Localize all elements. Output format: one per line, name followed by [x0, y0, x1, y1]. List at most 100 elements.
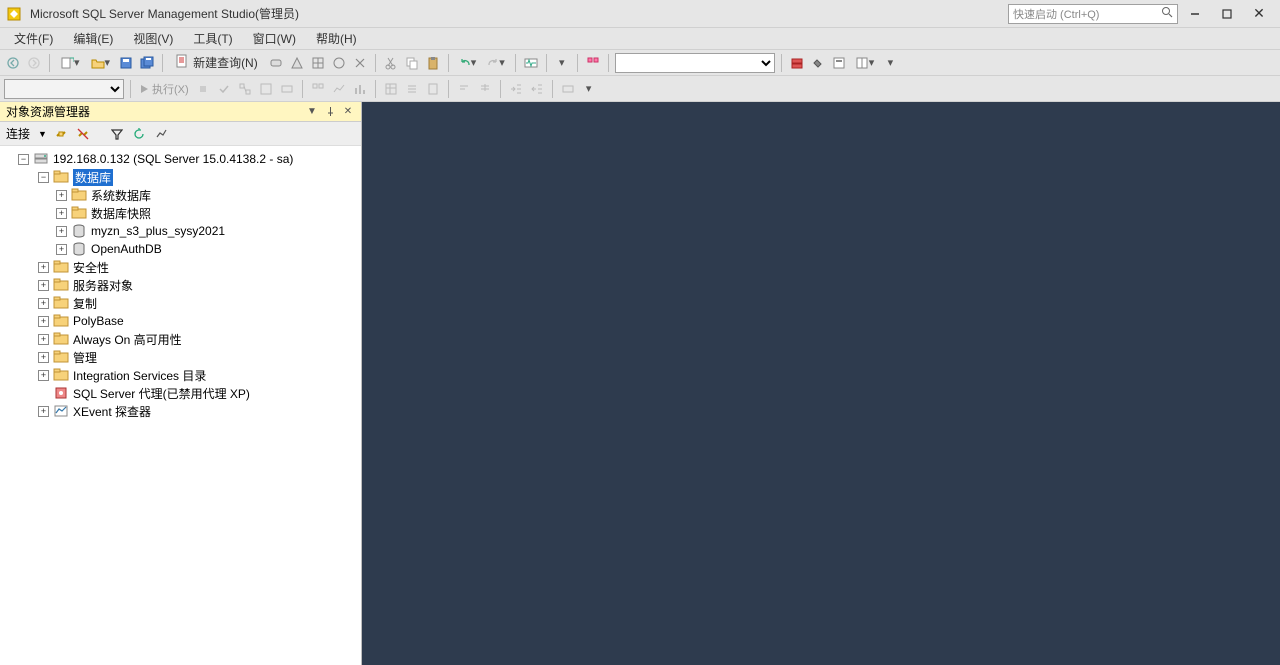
- tree-db2-node[interactable]: + OpenAuthDB: [0, 240, 361, 258]
- connect-button[interactable]: [53, 126, 69, 142]
- copy-button[interactable]: [403, 53, 421, 73]
- find-button[interactable]: ▾: [553, 53, 571, 73]
- new-query-button[interactable]: 新建查询(N): [169, 54, 264, 71]
- maximize-button[interactable]: [1212, 3, 1242, 25]
- connect-dropdown-icon[interactable]: ▼: [38, 129, 47, 139]
- sql-toolbar-options-button[interactable]: ▾: [580, 79, 598, 99]
- tree-server-node[interactable]: − 192.168.0.132 (SQL Server 15.0.4138.2 …: [0, 150, 361, 168]
- execute-button[interactable]: 执行(X): [137, 79, 191, 99]
- live-stats-button[interactable]: [330, 79, 348, 99]
- sql-toolbar: 执行(X) ▾: [0, 76, 1280, 102]
- expand-icon[interactable]: +: [38, 334, 49, 345]
- expand-icon[interactable]: +: [38, 370, 49, 381]
- expand-icon[interactable]: +: [56, 208, 67, 219]
- close-button[interactable]: ✕: [1244, 3, 1274, 25]
- database-combo[interactable]: [615, 53, 775, 73]
- refresh-button[interactable]: [131, 126, 147, 142]
- tree-management-node[interactable]: + 管理: [0, 348, 361, 366]
- nav-forward-button[interactable]: [25, 53, 43, 73]
- uncomment-button[interactable]: [476, 79, 494, 99]
- intellisense-button[interactable]: [278, 79, 296, 99]
- include-plan-button[interactable]: [309, 79, 327, 99]
- dmx-query-button[interactable]: [330, 53, 348, 73]
- filter-button[interactable]: [109, 126, 125, 142]
- quick-launch-input[interactable]: 快速启动 (Ctrl+Q): [1008, 4, 1178, 24]
- results-text-button[interactable]: [403, 79, 421, 99]
- indent-button[interactable]: [507, 79, 525, 99]
- panel-pin-button[interactable]: [323, 105, 337, 119]
- tree-snapshots-node[interactable]: + 数据库快照: [0, 204, 361, 222]
- expand-icon[interactable]: +: [38, 406, 49, 417]
- tree-replication-node[interactable]: + 复制: [0, 294, 361, 312]
- save-all-button[interactable]: [138, 53, 156, 73]
- expand-icon[interactable]: +: [56, 190, 67, 201]
- undo-button[interactable]: ▾: [455, 53, 481, 73]
- parse-button[interactable]: [215, 79, 233, 99]
- toolbar-options-button[interactable]: ▾: [881, 53, 899, 73]
- nav-back-button[interactable]: [4, 53, 22, 73]
- properties-button[interactable]: [809, 53, 827, 73]
- paste-button[interactable]: [424, 53, 442, 73]
- tree-xevent-node[interactable]: + XEvent 探查器: [0, 402, 361, 420]
- window-layout-button[interactable]: ▾: [851, 53, 879, 73]
- estimated-plan-button[interactable]: [236, 79, 254, 99]
- tree-databases-label: 数据库: [73, 169, 113, 186]
- expand-icon[interactable]: +: [38, 280, 49, 291]
- tree-security-node[interactable]: + 安全性: [0, 258, 361, 276]
- mdx-query-button[interactable]: [309, 53, 327, 73]
- menu-bar: 文件(F) 编辑(E) 视图(V) 工具(T) 窗口(W) 帮助(H): [0, 28, 1280, 50]
- object-explorer-tree[interactable]: − 192.168.0.132 (SQL Server 15.0.4138.2 …: [0, 146, 361, 665]
- tree-system-databases-node[interactable]: + 系统数据库: [0, 186, 361, 204]
- collapse-icon[interactable]: −: [38, 172, 49, 183]
- engine-query-button[interactable]: [267, 53, 285, 73]
- client-stats-button[interactable]: [351, 79, 369, 99]
- redo-button[interactable]: ▾: [483, 53, 509, 73]
- cut-button[interactable]: [382, 53, 400, 73]
- menu-window[interactable]: 窗口(W): [243, 28, 306, 49]
- template-button[interactable]: [830, 53, 848, 73]
- expand-icon[interactable]: +: [38, 316, 49, 327]
- query-options-button[interactable]: [257, 79, 275, 99]
- collapse-icon[interactable]: −: [18, 154, 29, 165]
- expand-icon[interactable]: +: [38, 298, 49, 309]
- registered-servers-button[interactable]: [788, 53, 806, 73]
- menu-view[interactable]: 视图(V): [123, 28, 183, 49]
- solution-button[interactable]: [584, 53, 602, 73]
- panel-dropdown-button[interactable]: ▼: [305, 105, 319, 119]
- results-grid-button[interactable]: [382, 79, 400, 99]
- minimize-button[interactable]: [1180, 3, 1210, 25]
- results-file-button[interactable]: [424, 79, 442, 99]
- expand-icon[interactable]: +: [38, 352, 49, 363]
- tree-databases-node[interactable]: − 数据库: [0, 168, 361, 186]
- open-file-button[interactable]: ▾: [87, 53, 115, 73]
- stats-icon[interactable]: [153, 126, 169, 142]
- tree-db1-node[interactable]: + myzn_s3_plus_sysy2021: [0, 222, 361, 240]
- new-project-button[interactable]: ▾: [56, 53, 84, 73]
- available-db-combo[interactable]: [4, 79, 124, 99]
- tree-integration-node[interactable]: + Integration Services 目录: [0, 366, 361, 384]
- menu-help[interactable]: 帮助(H): [306, 28, 367, 49]
- folder-icon: [53, 277, 69, 293]
- menu-file[interactable]: 文件(F): [4, 28, 63, 49]
- tree-agent-node[interactable]: SQL Server 代理(已禁用代理 XP): [0, 384, 361, 402]
- connect-label[interactable]: 连接: [6, 125, 30, 142]
- xmla-query-button[interactable]: [351, 53, 369, 73]
- expand-icon[interactable]: +: [38, 262, 49, 273]
- object-explorer-title: 对象资源管理器: [6, 103, 301, 120]
- analysis-query-button[interactable]: [288, 53, 306, 73]
- specify-values-button[interactable]: [559, 79, 577, 99]
- cancel-query-button[interactable]: [194, 79, 212, 99]
- menu-edit[interactable]: 编辑(E): [63, 28, 123, 49]
- tree-server-objects-node[interactable]: + 服务器对象: [0, 276, 361, 294]
- expand-icon[interactable]: +: [56, 226, 67, 237]
- comment-button[interactable]: [455, 79, 473, 99]
- menu-tools[interactable]: 工具(T): [183, 28, 242, 49]
- save-button[interactable]: [117, 53, 135, 73]
- outdent-button[interactable]: [528, 79, 546, 99]
- panel-close-button[interactable]: ✕: [341, 105, 355, 119]
- tree-polybase-node[interactable]: + PolyBase: [0, 312, 361, 330]
- activity-monitor-button[interactable]: [522, 53, 540, 73]
- tree-alwayson-node[interactable]: + Always On 高可用性: [0, 330, 361, 348]
- expand-icon[interactable]: +: [56, 244, 67, 255]
- disconnect-button[interactable]: [75, 126, 91, 142]
